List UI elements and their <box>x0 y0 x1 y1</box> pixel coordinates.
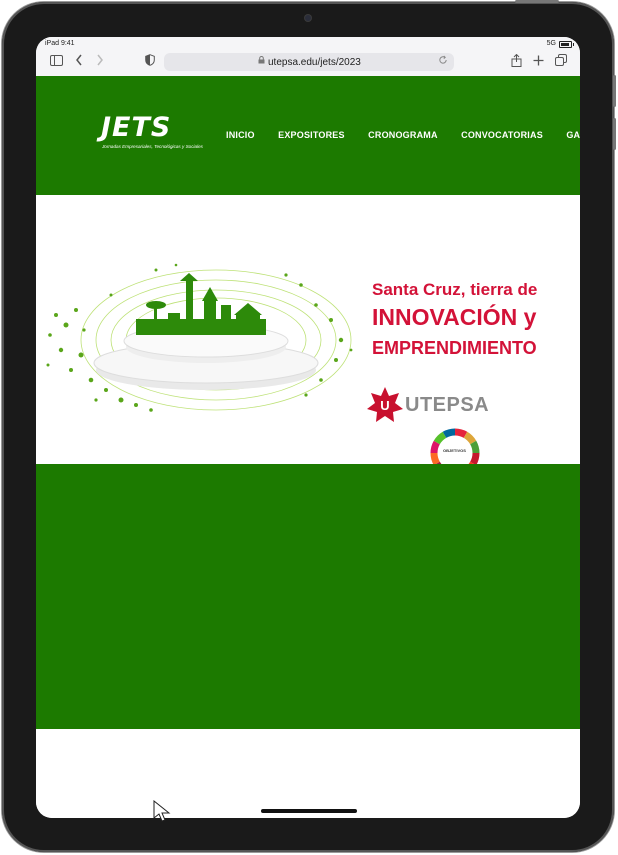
svg-text:U: U <box>380 398 389 413</box>
sidebar-icon[interactable] <box>50 54 63 70</box>
power-button <box>515 0 559 3</box>
nav-item-expositores[interactable]: EXPOSITORES <box>278 130 345 140</box>
hero-banner: Santa Cruz, tierra de INNOVACIÓN y EMPRE… <box>36 195 580 478</box>
utepsa-wordmark: UTEPSA <box>405 394 490 416</box>
utepsa-logo[interactable]: U UTEPSA <box>366 385 496 425</box>
browser-toolbar: utepsa.edu/jets/2023 <box>36 50 580 77</box>
new-tab-icon[interactable] <box>533 54 544 70</box>
status-bar: iPad 9:41 5G <box>36 37 580 50</box>
tabs-overview-icon[interactable] <box>555 54 567 70</box>
logo-text: JETS <box>101 112 172 143</box>
nav-item-inicio[interactable]: INICIO <box>226 130 255 140</box>
ods-label: OBJETIVOS <box>443 448 466 453</box>
tagline-line-1: Santa Cruz, tierra de <box>372 280 538 299</box>
site-header: JETS Jornadas Empresariales, Tecnológica… <box>36 76 580 195</box>
address-bar[interactable]: utepsa.edu/jets/2023 <box>164 53 454 71</box>
volume-down-button <box>613 118 616 150</box>
city-podium-illustration <box>46 263 353 412</box>
tagline-line-2: INNOVACIÓN y <box>372 304 537 330</box>
tagline-line-3: EMPRENDIMIENTO <box>372 338 537 358</box>
nav-item-cronograma[interactable]: CRONOGRAMA <box>368 130 438 140</box>
green-content-section <box>36 464 580 729</box>
status-network: 5G <box>546 40 556 47</box>
nav-item-convocatorias[interactable]: CONVOCATORIAS <box>461 130 543 140</box>
back-icon[interactable] <box>75 54 83 70</box>
url-text: utepsa.edu/jets/2023 <box>268 57 361 68</box>
white-content-section <box>36 729 580 818</box>
home-indicator[interactable] <box>261 809 357 813</box>
battery-icon <box>559 41 574 48</box>
main-nav: INICIO EXPOSITORES CRONOGRAMA CONVOCATOR… <box>226 125 580 143</box>
mouse-cursor-icon <box>153 800 171 822</box>
share-icon[interactable] <box>511 53 522 71</box>
screen: iPad 9:41 5G utepsa.edu/jets/2023 JETS J… <box>36 37 580 818</box>
front-camera <box>305 15 311 21</box>
volume-up-button <box>613 75 616 107</box>
utepsa-star-icon: U <box>367 387 403 422</box>
jets-logo[interactable]: JETS Jornadas Empresariales, Tecnológica… <box>101 113 219 151</box>
status-time: iPad 9:41 <box>45 40 75 47</box>
logo-tagline: Jornadas Empresariales, Tecnológicas y S… <box>102 144 203 149</box>
lock-icon <box>258 56 265 66</box>
nav-item-galeria[interactable]: GALERÍ <box>566 130 580 140</box>
privacy-shield-icon[interactable] <box>145 54 155 70</box>
reload-icon[interactable] <box>438 55 448 68</box>
forward-icon[interactable] <box>96 54 104 70</box>
